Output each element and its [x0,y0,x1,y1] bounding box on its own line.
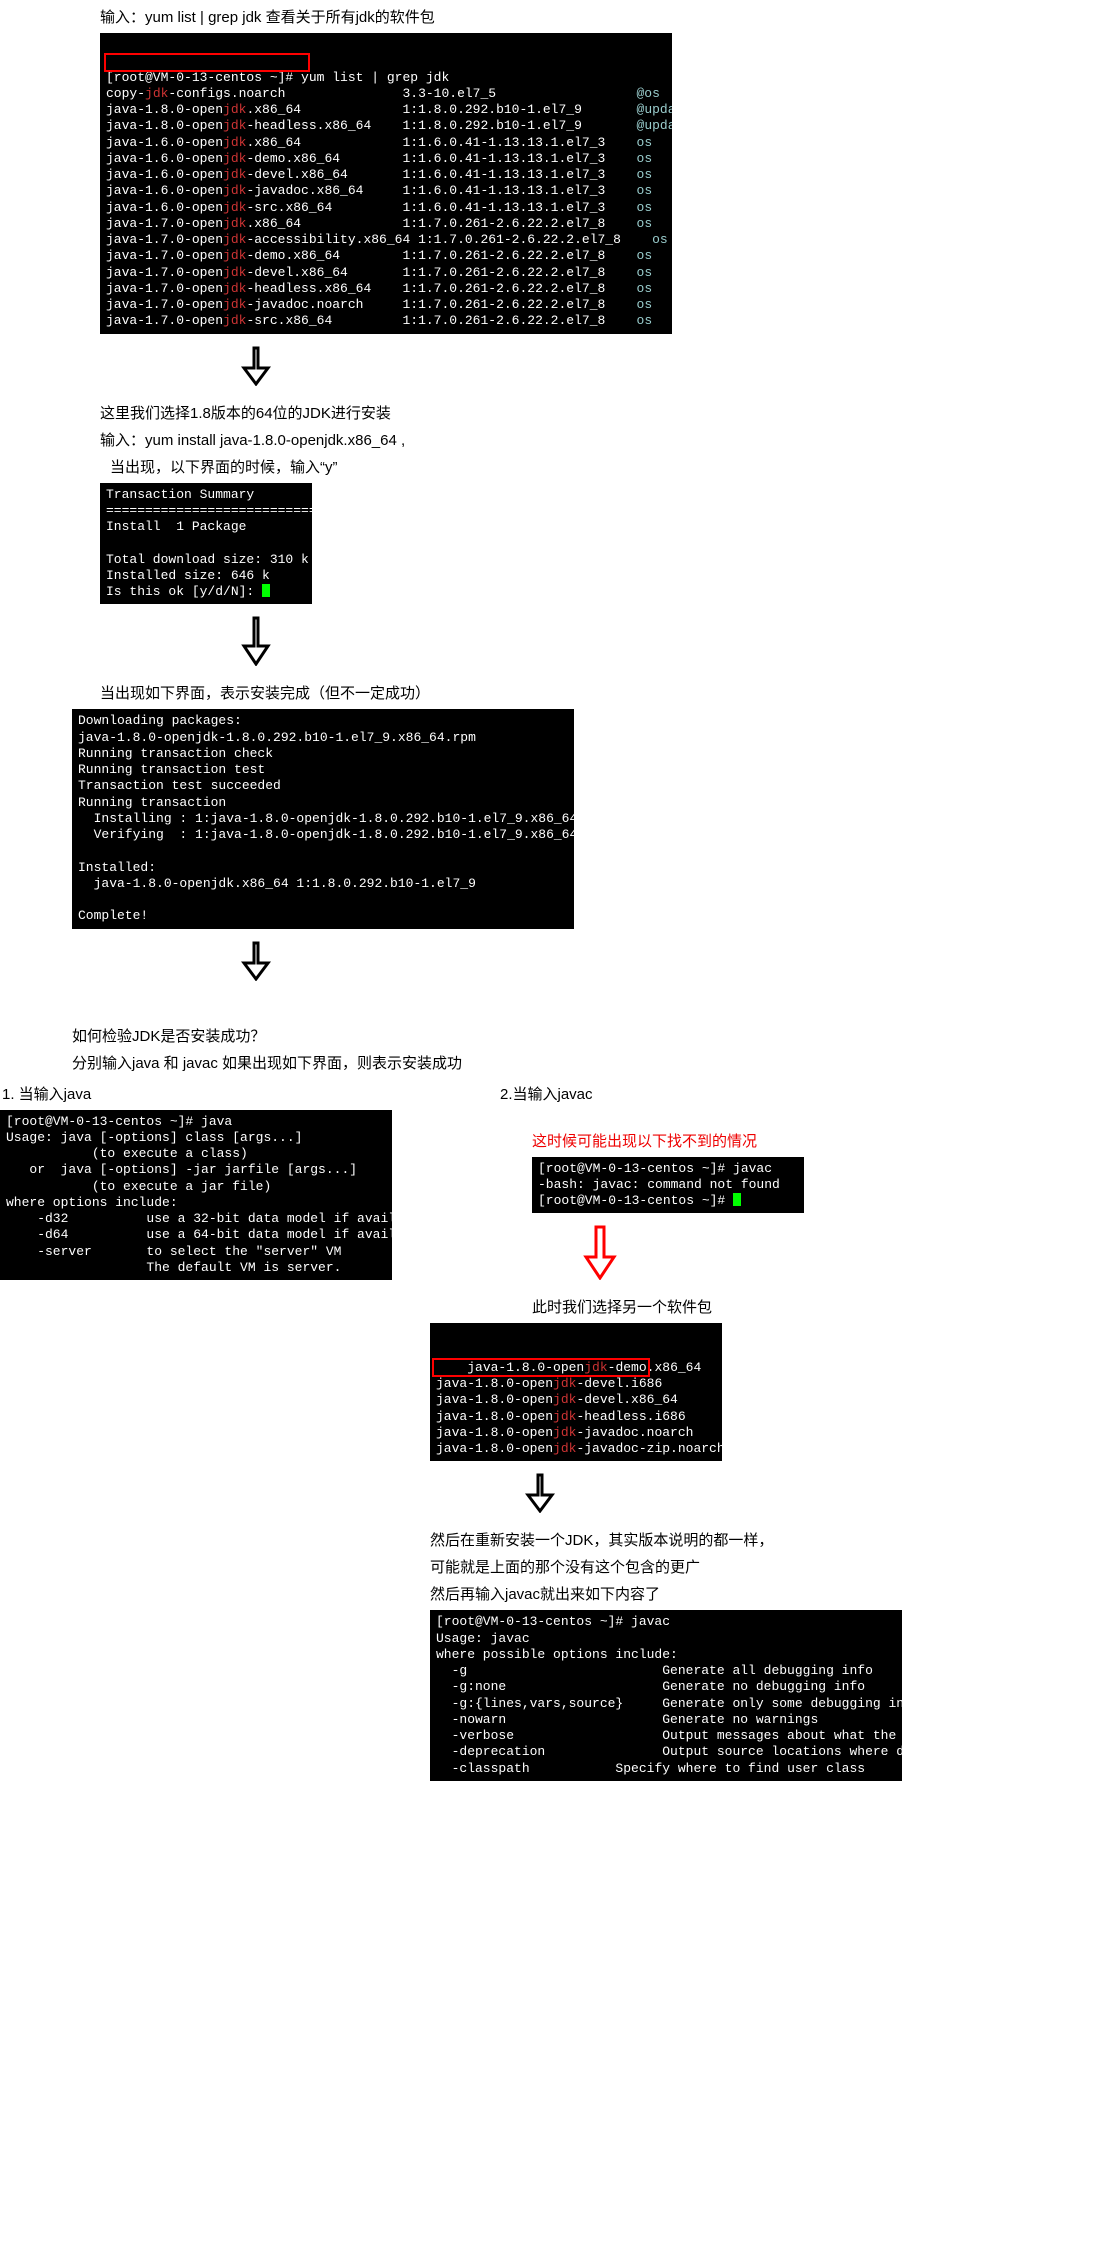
terminal-transaction-summary: Transaction Summary ====================… [100,483,312,605]
terminal-javac-usage: [root@VM-0-13-centos ~]# javac Usage: ja… [430,1610,902,1781]
step4-line-a: 如何检验JDK是否安装成功？ [72,1025,1093,1046]
step2-line-a: 这里我们选择1.8版本的64位的JDK进行安装 [100,402,1093,423]
step4-line-b: 分别输入java 和 javac 如果出现如下界面，则表示安装成功 [72,1052,1093,1073]
step6-line-c: 然后再输入javac就出来如下内容了 [430,1583,1080,1604]
terminal-javac-notfound: [root@VM-0-13-centos ~]# javac -bash: ja… [532,1157,804,1214]
step6-line-b: 可能就是上面的那个没有这个包含的更广 [430,1556,1080,1577]
step5-line: 此时我们选择另一个软件包 [532,1296,1080,1317]
down-arrow-icon [236,941,276,985]
terminal-package-list: java-1.8.0-openjdk-demo.x86_64 java-1.8.… [430,1323,722,1461]
terminal-java-usage: [root@VM-0-13-centos ~]# java Usage: jav… [0,1110,392,1281]
step4-right-red: 这时候可能出现以下找不到的情况 [532,1130,1080,1151]
down-arrow-icon [520,1473,560,1517]
step2-line-c: 当出现，以下界面的时候，输入“y” [110,456,1093,477]
step2-line-b: 输入：yum install java-1.8.0-openjdk.x86_64… [100,429,1093,450]
step3-line: 当出现如下界面，表示安装完成（但不一定成功） [100,682,1093,703]
step4-left-label: 1. 当输入java [2,1083,500,1104]
down-arrow-icon [236,346,276,390]
step4-right-label: 2.当输入javac [500,1083,1080,1104]
down-arrow-icon-red [580,1225,620,1284]
step6-line-a: 然后在重新安装一个JDK，其实版本说明的都一样， [430,1529,1080,1550]
terminal-yum-list: [root@VM-0-13-centos ~]# yum list | grep… [100,33,672,334]
highlight-box-devel [432,1358,650,1377]
step1-intro: 输入：yum list | grep jdk 查看关于所有jdk的软件包 [100,6,1093,27]
down-arrow-icon [236,616,276,670]
highlight-box-jdk18 [104,53,310,72]
terminal-install-complete: Downloading packages: java-1.8.0-openjdk… [72,709,574,928]
